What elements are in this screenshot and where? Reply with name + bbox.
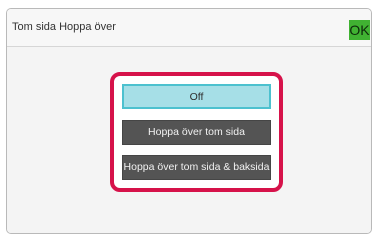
- ok-button[interactable]: OK: [349, 20, 370, 40]
- option-skip-blank-page-button[interactable]: Hoppa över tom sida: [122, 120, 271, 145]
- page-title: Tom sida Hoppa över: [12, 21, 116, 33]
- option-off-button[interactable]: Off: [122, 84, 271, 109]
- settings-window: Tom sida Hoppa över OK Off Hoppa över to…: [6, 8, 372, 234]
- title-bar: Tom sida Hoppa över OK: [7, 9, 371, 47]
- content-area: Off Hoppa över tom sida Hoppa över tom s…: [7, 47, 371, 233]
- option-skip-blank-page-and-back-button[interactable]: Hoppa över tom sida & baksida: [122, 155, 271, 180]
- options-highlight-frame: Off Hoppa över tom sida Hoppa över tom s…: [110, 72, 283, 192]
